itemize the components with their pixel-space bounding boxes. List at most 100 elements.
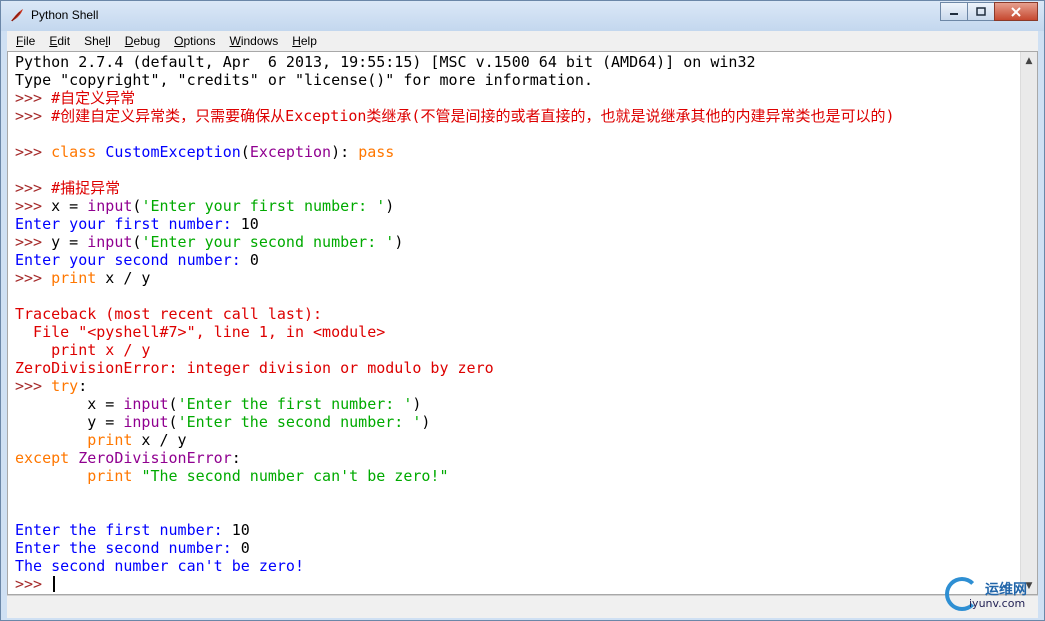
shell-token: input	[87, 197, 133, 215]
shell-token: (	[240, 143, 250, 161]
shell-token: >>>	[15, 233, 52, 251]
shell-token: )	[412, 395, 422, 413]
shell-token: )	[421, 413, 431, 431]
shell-token: x =	[51, 197, 88, 215]
shell-token: ):	[331, 143, 359, 161]
menu-item[interactable]: File	[7, 34, 42, 48]
shell-token: Type "copyright", "credits" or "license(…	[15, 71, 593, 89]
shell-token: >>>	[15, 269, 52, 287]
shell-line: >>>	[15, 575, 895, 593]
menu-item[interactable]: Shell	[77, 34, 118, 48]
shell-token: ZeroDivisionError: integer division or m…	[15, 359, 494, 377]
watermark-main-text: 运维网	[985, 582, 1027, 598]
shell-token: Enter your first number:	[15, 215, 241, 233]
shell-token: Enter the first number:	[15, 521, 232, 539]
shell-token: Traceback (most recent call last):	[15, 305, 323, 323]
maximize-icon	[976, 7, 986, 16]
shell-token: (	[168, 413, 178, 431]
shell-token: >>>	[15, 377, 52, 395]
shell-line: >>> x = input('Enter your first number: …	[15, 197, 895, 215]
shell-token: print	[87, 467, 133, 485]
window-controls	[940, 2, 1038, 21]
watermark-logo: 运维网 iyunv.com	[941, 575, 1041, 617]
shell-line: >>> print x / y	[15, 269, 895, 287]
watermark-sub-text: iyunv.com	[969, 597, 1026, 610]
vertical-scrollbar[interactable]: ▲ ▼	[1020, 52, 1037, 594]
shell-line: Enter your second number: 0	[15, 251, 895, 269]
menu-item[interactable]: Edit	[42, 34, 77, 48]
shell-token: print	[51, 269, 97, 287]
shell-token: "The second number can't be zero!"	[141, 467, 449, 485]
shell-line: The second number can't be zero!	[15, 557, 895, 575]
shell-token: >>>	[15, 107, 52, 125]
shell-token: y =	[51, 233, 88, 251]
shell-token: Exception	[249, 143, 332, 161]
window-title: Python Shell	[31, 8, 99, 22]
shell-output[interactable]: Python 2.7.4 (default, Apr 6 2013, 19:55…	[15, 53, 895, 593]
title-bar[interactable]: Python Shell	[1, 1, 1044, 31]
minimize-button[interactable]	[940, 2, 968, 21]
maximize-button[interactable]	[967, 2, 995, 21]
close-button[interactable]	[994, 2, 1038, 21]
shell-line: y = input('Enter the second number: ')	[15, 413, 895, 431]
shell-token: pass	[358, 143, 395, 161]
shell-token: 0	[249, 251, 259, 269]
menu-item[interactable]: Windows	[223, 34, 286, 48]
shell-token: )	[385, 197, 395, 215]
shell-token: try	[51, 377, 79, 395]
menu-item[interactable]: Debug	[118, 34, 167, 48]
shell-line: x = input('Enter the first number: ')	[15, 395, 895, 413]
close-icon	[1011, 6, 1021, 17]
shell-editor[interactable]: Python 2.7.4 (default, Apr 6 2013, 19:55…	[7, 51, 1038, 595]
shell-token: y =	[15, 413, 124, 431]
shell-token: File "<pyshell#7>", line 1, in <module>	[15, 323, 386, 341]
shell-token	[96, 143, 105, 161]
scroll-up-arrow-icon[interactable]: ▲	[1021, 52, 1037, 69]
shell-token: input	[123, 395, 169, 413]
shell-token: print	[87, 431, 133, 449]
shell-line: ZeroDivisionError: integer division or m…	[15, 359, 895, 377]
shell-token: >>>	[15, 575, 52, 593]
shell-token	[15, 431, 87, 449]
shell-line: print "The second number can't be zero!"	[15, 467, 895, 485]
menu-item[interactable]: Options	[167, 34, 222, 48]
shell-token: #捕捉异常	[51, 179, 121, 197]
shell-token: 10	[231, 521, 250, 539]
shell-token: 'Enter the second number: '	[177, 413, 422, 431]
shell-token: 'Enter your second number: '	[141, 233, 395, 251]
shell-line: except ZeroDivisionError:	[15, 449, 895, 467]
shell-token: Python 2.7.4 (default, Apr 6 2013, 19:55…	[15, 53, 756, 71]
shell-token: 'Enter the first number: '	[177, 395, 413, 413]
shell-token: )	[394, 233, 404, 251]
shell-token: input	[87, 233, 133, 251]
shell-line: >>> #创建自定义异常类，只需要确保从Exception类继承(不管是间接的或…	[15, 107, 895, 125]
shell-line: >>> #自定义异常	[15, 89, 895, 107]
shell-line: >>> y = input('Enter your second number:…	[15, 233, 895, 251]
shell-line: Python 2.7.4 (default, Apr 6 2013, 19:55…	[15, 53, 895, 71]
shell-token: input	[123, 413, 169, 431]
shell-token: #创建自定义异常类，只需要确保从Exception类继承(不管是间接的或者直接的…	[51, 107, 895, 125]
tk-feather-icon	[11, 9, 23, 22]
shell-line: >>> class CustomException(Exception): pa…	[15, 143, 895, 161]
shell-token: 10	[240, 215, 259, 233]
shell-line: print x / y	[15, 431, 895, 449]
shell-token: CustomException	[105, 143, 241, 161]
menu-item[interactable]: Help	[285, 34, 324, 48]
shell-token: print x / y	[15, 341, 151, 359]
shell-token: except	[15, 449, 70, 467]
shell-token: :	[231, 449, 241, 467]
shell-token: ZeroDivisionError	[78, 449, 232, 467]
shell-token: x =	[15, 395, 124, 413]
shell-token: #自定义异常	[51, 89, 136, 107]
status-bar	[7, 595, 1038, 618]
shell-token: The second number can't be zero!	[15, 557, 304, 575]
shell-token	[15, 467, 87, 485]
shell-token: 0	[240, 539, 250, 557]
shell-token: Enter the second number:	[15, 539, 241, 557]
minimize-icon	[950, 12, 958, 15]
shell-token: >>>	[15, 89, 52, 107]
shell-line: Type "copyright", "credits" or "license(…	[15, 71, 895, 89]
